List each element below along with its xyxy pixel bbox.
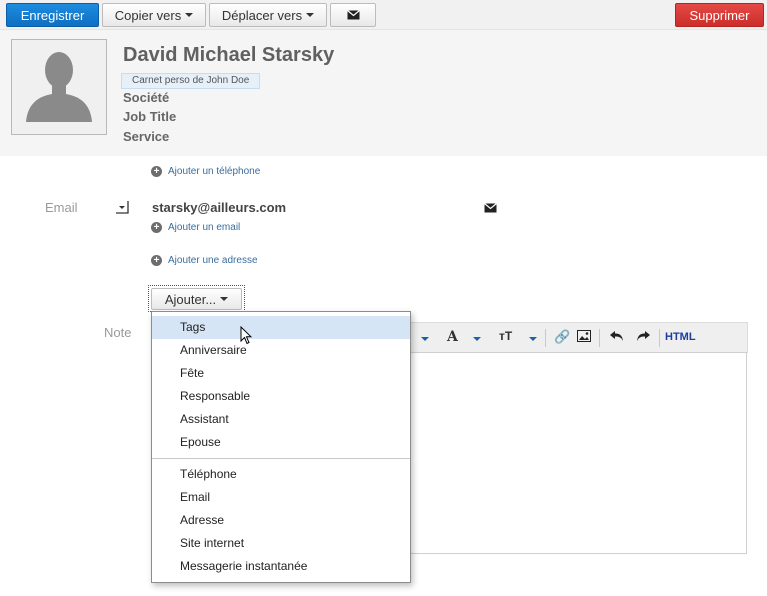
menu-item-holiday[interactable]: Fête [152, 362, 410, 385]
font-size-icon[interactable]: тT [499, 329, 512, 343]
menu-item-spouse[interactable]: Epouse [152, 431, 410, 454]
plus-icon: + [151, 222, 162, 233]
note-editor[interactable] [410, 352, 747, 554]
note-editor-toolbar: A тT 🔗 HTML [410, 322, 748, 353]
chevron-down-icon[interactable] [529, 337, 537, 341]
add-phone-link[interactable]: + Ajouter un téléphone [151, 166, 260, 177]
add-field-label: Ajouter... [164, 291, 217, 307]
menu-item-manager[interactable]: Responsable [152, 385, 410, 408]
menu-item-address[interactable]: Adresse [152, 509, 410, 532]
plus-icon: + [151, 255, 162, 266]
contact-name[interactable]: David Michael Starsky [123, 44, 334, 67]
chevron-down-icon[interactable] [473, 337, 481, 341]
avatar[interactable] [11, 39, 107, 135]
company-field[interactable]: Société [123, 90, 169, 105]
job-title-field[interactable]: Job Title [123, 109, 176, 124]
copy-to-label: Copier vers [114, 7, 182, 23]
copy-to-button[interactable]: Copier vers [102, 3, 206, 27]
link-icon[interactable]: 🔗 [554, 329, 570, 345]
undo-icon[interactable] [609, 329, 625, 345]
menu-item-assistant[interactable]: Assistant [152, 408, 410, 431]
menu-item-email[interactable]: Email [152, 486, 410, 509]
toolbar-separator [599, 329, 600, 347]
plus-icon: + [151, 166, 162, 177]
menu-item-website[interactable]: Site internet [152, 532, 410, 555]
add-field-button[interactable]: Ajouter... [151, 288, 242, 310]
font-icon[interactable]: A [447, 329, 458, 345]
move-to-button[interactable]: Déplacer vers [209, 3, 327, 27]
menu-item-tags[interactable]: Tags [152, 316, 410, 339]
chevron-down-icon [220, 297, 229, 301]
add-phone-label: Ajouter un téléphone [168, 166, 261, 177]
toolbar: Enregistrer Copier vers Déplacer vers Su… [0, 0, 767, 30]
toolbar-separator [545, 329, 546, 347]
envelope-icon [346, 10, 360, 20]
add-address-label: Ajouter une adresse [168, 255, 258, 266]
add-field-menu: Tags Anniversaire Fête Responsable Assis… [151, 311, 411, 583]
service-field[interactable]: Service [123, 129, 169, 144]
add-email-label: Ajouter un email [168, 222, 241, 233]
menu-item-instant-messaging[interactable]: Messagerie instantanée [152, 555, 410, 578]
mouse-cursor-icon [240, 325, 253, 348]
html-source-button[interactable]: HTML [665, 331, 696, 343]
chevron-down-icon [306, 13, 315, 17]
menu-item-birthday[interactable]: Anniversaire [152, 339, 410, 362]
menu-item-phone[interactable]: Téléphone [152, 463, 410, 486]
select-arrow-icon [116, 201, 129, 214]
email-type-select[interactable] [115, 200, 129, 214]
contact-header: David Michael Starsky Carnet perso de Jo… [0, 30, 767, 156]
person-silhouette-icon [26, 52, 92, 122]
image-icon[interactable] [577, 329, 591, 345]
add-address-link[interactable]: + Ajouter une adresse [151, 255, 258, 266]
email-label: Email [45, 200, 78, 215]
chevron-down-icon[interactable] [421, 337, 429, 341]
address-book-badge: Carnet perso de John Doe [121, 73, 261, 89]
move-to-label: Déplacer vers [221, 7, 303, 23]
menu-separator [152, 458, 410, 459]
chevron-down-icon [185, 13, 194, 17]
send-email-button[interactable] [330, 3, 376, 27]
envelope-icon[interactable] [484, 201, 497, 216]
delete-button[interactable]: Supprimer [675, 3, 764, 27]
note-label: Note [104, 325, 132, 340]
toolbar-separator [659, 329, 660, 347]
redo-icon[interactable] [635, 329, 651, 345]
save-button[interactable]: Enregistrer [6, 3, 99, 27]
add-email-link[interactable]: + Ajouter un email [151, 222, 240, 233]
email-value[interactable]: starsky@ailleurs.com [152, 200, 286, 215]
